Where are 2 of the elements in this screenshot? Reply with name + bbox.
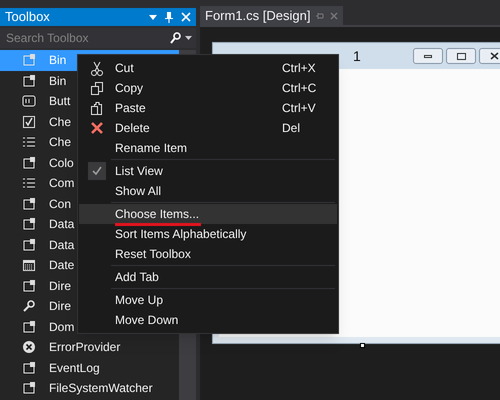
panel-title: Toolbox — [5, 8, 51, 26]
form-title: 1 — [353, 46, 361, 66]
